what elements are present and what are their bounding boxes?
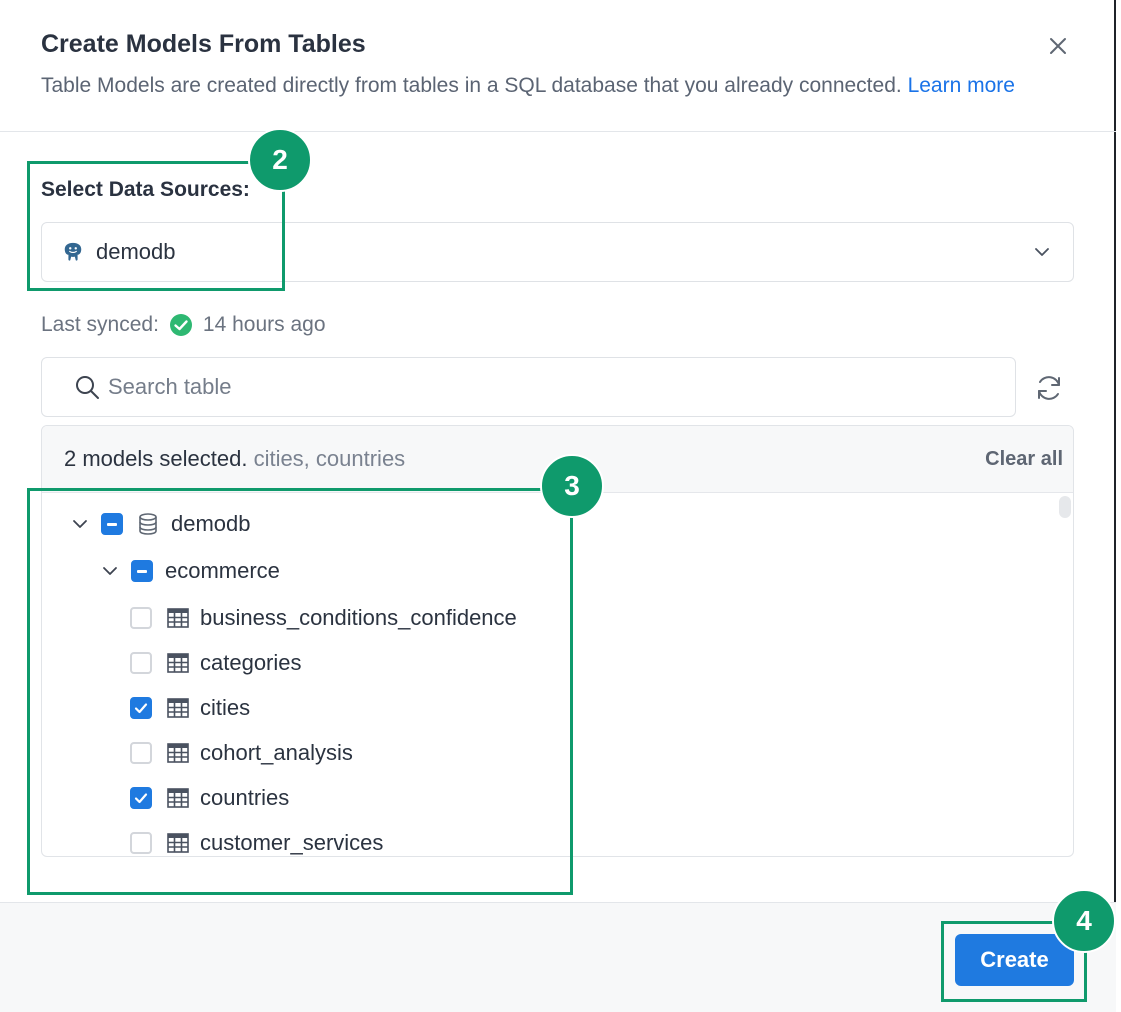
step-badge-4: 4	[1052, 889, 1116, 953]
table-label: customer_services	[200, 830, 384, 855]
table-icon	[167, 608, 189, 628]
table-label: cities	[200, 695, 251, 720]
table-row: customer_services	[130, 825, 384, 856]
tree-row-database: demodb	[71, 506, 251, 542]
table-checkbox[interactable]	[130, 697, 152, 719]
database-checkbox[interactable]	[101, 513, 123, 535]
search-input[interactable]	[108, 368, 988, 406]
step-badge-3: 3	[540, 454, 604, 518]
subtitle-text: Table Models are created directly from t…	[41, 74, 902, 97]
search-box	[41, 357, 1016, 417]
postgresql-icon	[64, 242, 82, 261]
table-row: business_conditions_confidence	[130, 600, 517, 636]
chevron-down-icon	[1035, 248, 1049, 256]
table-row: countries	[130, 780, 289, 816]
chevron-down-icon[interactable]	[71, 515, 89, 533]
table-checkbox[interactable]	[130, 832, 152, 854]
table-checkbox[interactable]	[130, 652, 152, 674]
table-row: cities	[130, 690, 250, 726]
database-icon	[139, 513, 157, 535]
data-sources-label: Select Data Sources:	[41, 178, 250, 201]
clear-all-button[interactable]: Clear all	[985, 448, 1063, 471]
table-label: cohort_analysis	[200, 740, 353, 765]
search-icon	[76, 376, 99, 399]
learn-more-link[interactable]: Learn more	[908, 74, 1015, 97]
last-synced-value: 14 hours ago	[202, 313, 326, 336]
last-synced-label: Last synced:	[41, 313, 159, 336]
step-badge-2: 2	[248, 128, 312, 192]
dialog-subtitle: Table Models are created directly from t…	[41, 74, 1015, 98]
last-synced: Last synced: 14 hours ago	[41, 313, 326, 337]
table-checkbox[interactable]	[130, 742, 152, 764]
table-label: business_conditions_confidence	[200, 605, 517, 630]
table-icon	[167, 743, 189, 763]
tree-row-schema: ecommerce	[101, 553, 280, 589]
table-icon	[167, 833, 189, 853]
table-label: countries	[200, 785, 290, 810]
selection-summary: 2 models selected. cities, countries	[64, 446, 405, 472]
table-row: categories	[130, 645, 302, 681]
table-label: categories	[200, 650, 302, 675]
table-checkbox[interactable]	[130, 787, 152, 809]
database-label: demodb	[171, 511, 251, 536]
dialog-title: Create Models From Tables	[41, 30, 366, 58]
table-icon	[167, 653, 189, 673]
data-source-value: demodb	[96, 239, 176, 264]
create-models-dialog: Create Models From Tables Table Models a…	[0, 0, 1116, 1012]
data-source-select[interactable]: demodb	[41, 222, 1074, 282]
header-divider	[0, 131, 1116, 132]
selection-count: 2 models selected.	[64, 446, 248, 471]
chevron-down-icon[interactable]	[101, 562, 119, 580]
create-button[interactable]: Create	[955, 934, 1074, 986]
table-checkbox[interactable]	[130, 607, 152, 629]
dialog-footer	[0, 902, 1116, 1012]
selection-names: cities, countries	[253, 446, 406, 471]
table-row: cohort_analysis	[130, 735, 353, 771]
schema-label: ecommerce	[165, 558, 280, 583]
scrollbar-thumb[interactable]	[1059, 496, 1071, 518]
table-icon	[167, 698, 189, 718]
refresh-icon[interactable]	[1034, 373, 1064, 403]
schema-checkbox[interactable]	[131, 560, 153, 582]
close-icon[interactable]	[1046, 34, 1070, 58]
table-icon	[167, 788, 189, 808]
check-circle-icon	[169, 314, 192, 336]
